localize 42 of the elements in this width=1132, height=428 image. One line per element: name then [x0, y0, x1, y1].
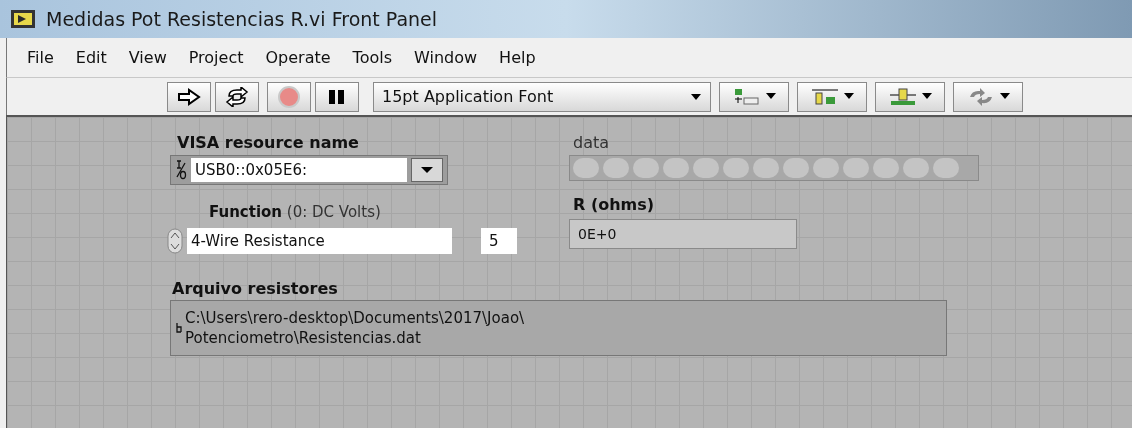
indicator-label: data — [573, 132, 610, 154]
indicator-label: R (ohms) — [573, 194, 655, 216]
control-label: Function (0: DC Volts) — [209, 202, 381, 223]
caret-icon — [1000, 93, 1010, 100]
menu-item[interactable]: Project — [188, 45, 244, 70]
resize-icon — [888, 86, 918, 107]
arrow-icon — [177, 87, 201, 106]
resize-button[interactable] — [875, 81, 945, 112]
control-label: Arquivo resistores — [172, 278, 338, 300]
pause-button[interactable] — [315, 81, 359, 112]
numeric-indicator: 5 — [481, 228, 517, 254]
window-title: Medidas Pot Resistencias R.vi Front Panel — [46, 6, 438, 32]
align-button[interactable] — [719, 81, 789, 112]
file-path-field[interactable]: C:\Users\rero-desktop\Documents\2017\Joao\ Potenciometro\Resistencias.dat — [170, 300, 947, 356]
io-icon — [175, 159, 187, 181]
run-continuously-button[interactable] — [215, 81, 259, 112]
visa-resource-field[interactable]: USB0::0x05E6: — [170, 155, 448, 185]
cycle-arrows-icon — [225, 86, 249, 107]
menu-item[interactable]: Edit — [75, 45, 107, 70]
caret-icon — [844, 93, 854, 100]
path-icon — [175, 322, 183, 334]
caret-icon — [922, 93, 932, 100]
distribute-button[interactable] — [797, 81, 867, 112]
numeric-indicator: 0E+0 — [569, 219, 797, 249]
font-dropdown[interactable]: 15pt Application Font — [373, 81, 711, 112]
menu-item[interactable]: Help — [499, 45, 536, 70]
reorder-button[interactable] — [953, 81, 1023, 112]
caret-icon — [766, 93, 776, 100]
menu-item[interactable]: Operate — [265, 45, 331, 70]
pause-icon — [328, 88, 346, 105]
menu-item[interactable]: View — [128, 45, 167, 70]
app-icon — [8, 8, 38, 30]
menu-item[interactable]: Tools — [352, 45, 392, 70]
distribute-icon — [810, 86, 840, 107]
menu-item[interactable]: Window — [414, 45, 478, 70]
increment-arrows-icon — [167, 228, 183, 254]
control-label: VISA resource name — [177, 132, 359, 154]
caret-icon — [690, 92, 702, 101]
menu-item[interactable]: File — [27, 45, 54, 70]
stop-icon — [278, 85, 300, 108]
align-icon — [732, 86, 762, 107]
run-button[interactable] — [167, 81, 211, 112]
